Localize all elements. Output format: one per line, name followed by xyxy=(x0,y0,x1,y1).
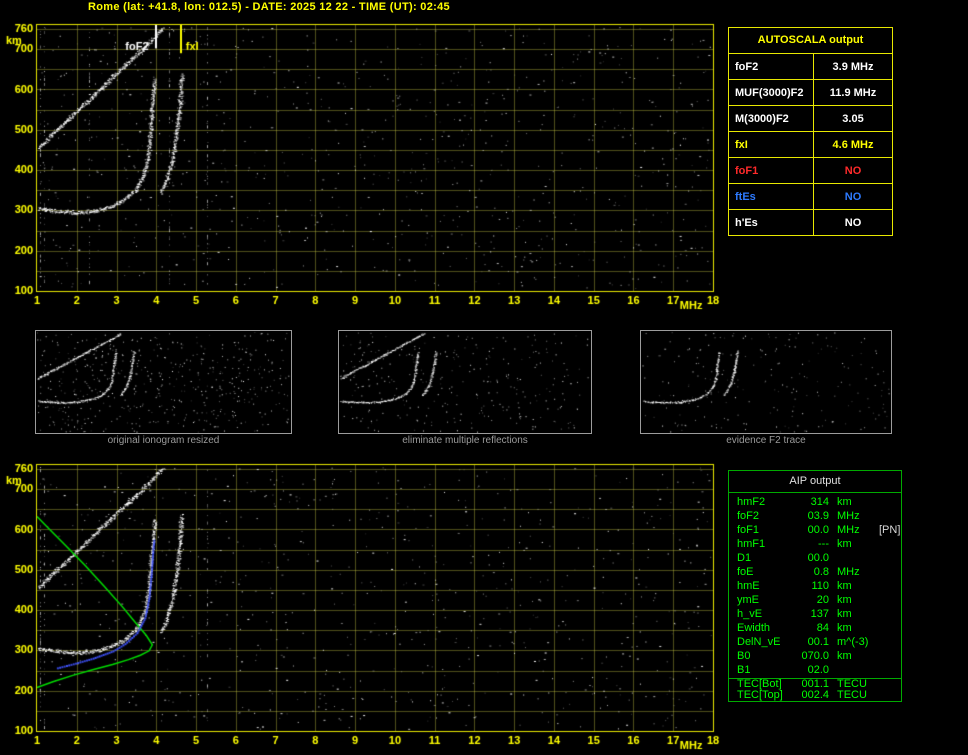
param-label: foF2 xyxy=(729,54,814,79)
param-unit: km xyxy=(837,580,852,592)
autoscala-panel-header: AUTOSCALA output xyxy=(729,28,892,54)
param-label: foF1 xyxy=(737,524,760,536)
autoscala-row: fxI 4.6 MHz xyxy=(729,132,892,158)
autoscala-row: M(3000)F2 3.05 xyxy=(729,106,892,132)
param-label: h_vE xyxy=(737,608,763,620)
thumbnail-caption: evidence F2 trace xyxy=(726,435,806,446)
aip-row: D1 00.0 xyxy=(729,551,901,565)
param-unit: MHz xyxy=(837,510,860,522)
thumbnail-original-ionogram xyxy=(35,330,292,434)
param-value: NO xyxy=(844,191,862,203)
param-label: foF1 xyxy=(729,158,814,183)
profile-ionogram-plot xyxy=(0,454,730,755)
param-value: --- xyxy=(818,538,829,550)
thumbnail-caption: original ionogram resized xyxy=(107,435,220,446)
aip-output-panel: AIP output hmF2 314 km foF2 03.9 MHz foF1 00.0 M… xyxy=(728,470,902,702)
param-label: TEC[Top] xyxy=(737,689,783,701)
param-unit: km xyxy=(837,496,852,508)
param-label: hmE xyxy=(737,580,760,592)
autoscala-row: MUF(3000)F2 11.9 MHz xyxy=(729,80,892,106)
aip-row: DelN_vE 00.1 m^(-3) xyxy=(729,635,901,649)
autoscala-output-panel: AUTOSCALA output foF2 3.9 MHz MUF(3000)F2 1… xyxy=(728,27,893,236)
param-value: 00.0 xyxy=(807,552,829,564)
param-unit: MHz xyxy=(837,524,860,536)
aip-row: h_vE 137 km xyxy=(729,607,901,621)
param-value: 20 xyxy=(816,594,829,606)
param-label: ymE xyxy=(737,594,759,606)
param-unit: m^(-3) xyxy=(837,636,869,648)
param-label: D1 xyxy=(737,552,752,564)
aip-row: B1 02.0 xyxy=(729,663,901,677)
param-value: 02.0 xyxy=(807,664,829,676)
param-label: Ewidth xyxy=(737,622,771,634)
param-unit: km xyxy=(837,594,852,606)
param-label: DelN_vE xyxy=(737,636,781,648)
param-value: 11.9 MHz xyxy=(829,87,877,99)
thumbnail-eliminate-reflections xyxy=(338,330,592,434)
param-value: 84 xyxy=(816,622,829,634)
param-unit: km xyxy=(837,622,852,634)
param-value: 314 xyxy=(810,496,829,508)
autoscala-output-screen: Rome (lat: +41.8, lon: 012.5) - DATE: 20… xyxy=(0,0,968,755)
param-value: NO xyxy=(844,165,862,177)
param-value: 070.0 xyxy=(801,650,829,662)
station-date-title: Rome (lat: +41.8, lon: 012.5) - DATE: 20… xyxy=(88,1,450,13)
autoscala-row: foF1 NO xyxy=(729,158,892,184)
aip-row: Ewidth 84 km xyxy=(729,621,901,635)
param-value: 4.6 MHz xyxy=(832,139,874,151)
param-unit: TECU xyxy=(837,689,867,701)
param-label: foE xyxy=(737,566,754,578)
aip-tec-rows: TEC[Bot] 001.1 TECU TEC[Top] 002.4 TECU xyxy=(729,679,901,701)
param-label: M(3000)F2 xyxy=(729,106,814,131)
param-label: fxI xyxy=(729,132,814,157)
param-label: MUF(3000)F2 xyxy=(729,80,814,105)
aip-row: hmF1 --- km xyxy=(729,537,901,551)
param-unit: km xyxy=(837,650,852,662)
autoscala-row: foF2 3.9 MHz xyxy=(729,54,892,80)
param-value: 0.8 xyxy=(813,566,829,578)
aip-panel-header: AIP output xyxy=(729,471,901,493)
aip-tec-row: TEC[Top] 002.4 TECU xyxy=(729,690,901,701)
aip-row: ymE 20 km xyxy=(729,593,901,607)
param-label: ftEs xyxy=(729,184,814,209)
thumbnail-evidence-f2-trace xyxy=(640,330,892,434)
param-unit: km xyxy=(837,538,852,550)
param-unit xyxy=(829,663,879,677)
aip-rows: hmF2 314 km foF2 03.9 MHz foF1 00.0 MHz [PN] hmF1 -… xyxy=(729,493,901,677)
aip-row: hmE 110 km xyxy=(729,579,901,593)
param-label: foF2 xyxy=(737,510,760,522)
param-label: h'Es xyxy=(729,210,814,235)
param-unit: MHz xyxy=(837,566,860,578)
aip-row: foF2 03.9 MHz xyxy=(729,509,901,523)
param-label: B0 xyxy=(737,650,751,662)
param-value: NO xyxy=(844,217,862,229)
param-unit: km xyxy=(837,608,852,620)
aip-row: foF1 00.0 MHz [PN] xyxy=(729,523,901,537)
param-value: 00.1 xyxy=(807,636,829,648)
autoscala-row: h'Es NO xyxy=(729,210,892,235)
param-label: B1 xyxy=(737,664,751,676)
param-label: hmF2 xyxy=(737,496,766,508)
autoscala-rows: foF2 3.9 MHz MUF(3000)F2 11.9 MHz M(3000)F2 3… xyxy=(729,54,892,235)
aip-row: foE 0.8 MHz xyxy=(729,565,901,579)
main-ionogram-plot xyxy=(0,14,730,322)
param-label: hmF1 xyxy=(737,538,766,550)
param-unit xyxy=(829,551,879,565)
param-value: 3.9 MHz xyxy=(832,61,874,73)
aip-row: hmF2 314 km xyxy=(729,495,901,509)
param-value: 110 xyxy=(811,580,829,592)
param-value: 137 xyxy=(810,608,829,620)
param-note: [PN] xyxy=(879,524,901,536)
param-value: 03.9 xyxy=(807,510,829,522)
thumbnail-caption: eliminate multiple reflections xyxy=(402,435,528,446)
aip-row: B0 070.0 km xyxy=(729,649,901,663)
autoscala-row: ftEs NO xyxy=(729,184,892,210)
param-value: 00.0 xyxy=(807,524,829,536)
param-value: 3.05 xyxy=(842,113,864,125)
param-value: 002.4 xyxy=(801,689,829,701)
